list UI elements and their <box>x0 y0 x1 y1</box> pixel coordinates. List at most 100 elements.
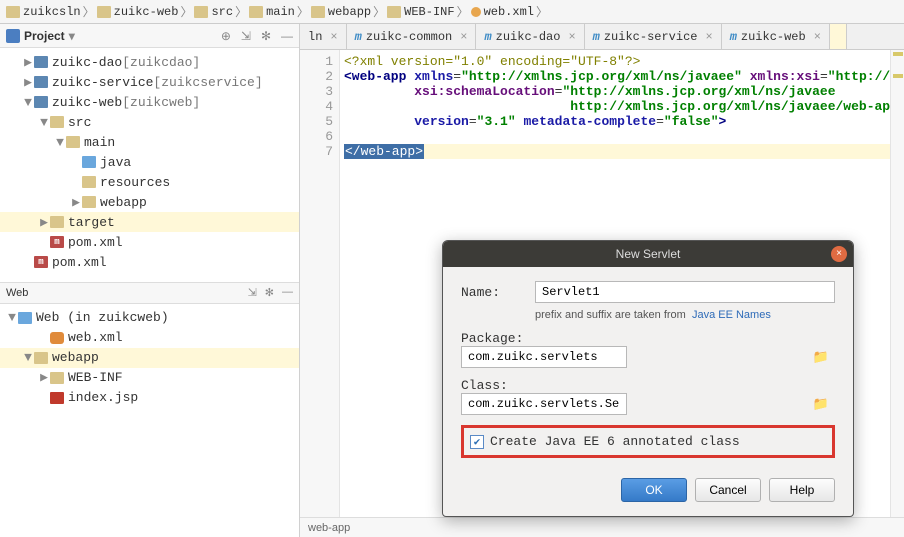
tree-item[interactable]: ▶WEB-INF <box>0 368 299 388</box>
tree-item[interactable]: ▼src <box>0 112 299 132</box>
collapse-icon[interactable]: ⇲ <box>248 286 257 299</box>
maven-icon: m <box>50 236 64 248</box>
project-title: Project <box>24 29 65 43</box>
web-panel-header: Web ⇲ ✻ — <box>0 282 299 304</box>
package-input[interactable] <box>461 346 627 368</box>
tree-item[interactable]: resources <box>0 172 299 192</box>
collapse-icon[interactable]: ⇲ <box>241 29 251 43</box>
tree-item[interactable]: mpom.xml <box>0 252 299 272</box>
class-label: Class: <box>461 378 508 393</box>
close-icon[interactable]: × <box>814 30 821 44</box>
ok-button[interactable]: OK <box>621 478 687 502</box>
folder-icon <box>50 372 64 384</box>
tab-overflow[interactable] <box>830 24 847 49</box>
status-bar: web-app <box>300 517 904 537</box>
maven-icon: m <box>484 30 491 44</box>
bc-item[interactable]: main <box>249 5 295 19</box>
twisty-icon[interactable]: ▶ <box>22 55 34 70</box>
folder-icon <box>34 352 48 364</box>
checkbox-label: Create Java EE 6 annotated class <box>490 434 740 449</box>
help-button[interactable]: Help <box>769 478 835 502</box>
bc-item[interactable]: src <box>194 5 233 19</box>
bc-file[interactable]: web.xml <box>471 5 534 19</box>
tree-item[interactable]: ▶zuikc-dao [zuikcdao] <box>0 52 299 72</box>
tree-item[interactable]: ▶target <box>0 212 299 232</box>
tab[interactable]: mzuikc-common× <box>347 24 477 49</box>
web-title: Web <box>6 287 28 299</box>
close-icon[interactable]: × <box>831 246 847 262</box>
bc-item[interactable]: WEB-INF <box>387 5 454 19</box>
project-panel-header: Project ▾ ⊕ ⇲ ✻ — <box>0 24 299 48</box>
editor-tabs: ln× mzuikc-common× mzuikc-dao× mzuikc-se… <box>300 24 904 50</box>
tab[interactable]: ln× <box>300 24 347 49</box>
tree-item[interactable]: web.xml <box>0 328 299 348</box>
folder-icon <box>50 392 64 404</box>
tree-item[interactable]: ▶zuikc-service [zuikcservice] <box>0 72 299 92</box>
twisty-icon[interactable]: ▼ <box>22 95 34 110</box>
close-icon[interactable]: × <box>705 30 712 44</box>
project-tree[interactable]: ▶zuikc-dao [zuikcdao]▶zuikc-service [zui… <box>0 48 299 282</box>
twisty-icon[interactable]: ▶ <box>22 75 34 90</box>
close-icon[interactable]: × <box>460 30 467 44</box>
javaee-names-link[interactable]: Java EE Names <box>692 309 771 321</box>
name-input[interactable] <box>535 281 835 303</box>
browse-icon[interactable]: 📁 <box>813 397 829 412</box>
twisty-icon[interactable]: ▼ <box>54 135 66 150</box>
bc-item[interactable]: zuikc-web <box>97 5 179 19</box>
gutter: 1234567 <box>300 50 340 517</box>
folder-icon <box>82 176 96 188</box>
annotated-class-option[interactable]: ✔ Create Java EE 6 annotated class <box>461 425 835 458</box>
dialog-title: New Servlet <box>616 247 681 261</box>
twisty-icon[interactable]: ▼ <box>38 115 50 130</box>
maven-icon: m <box>730 30 737 44</box>
folder-icon <box>50 116 64 128</box>
tab[interactable]: mzuikc-service× <box>585 24 722 49</box>
folder-icon <box>34 56 48 68</box>
tree-item[interactable]: java <box>0 152 299 172</box>
hide-icon[interactable]: — <box>282 286 293 299</box>
tree-item[interactable]: ▶webapp <box>0 192 299 212</box>
folder-icon <box>34 96 48 108</box>
gear-icon[interactable]: ✻ <box>261 29 271 43</box>
browse-icon[interactable]: 📁 <box>813 350 829 365</box>
tree-item[interactable]: index.jsp <box>0 388 299 408</box>
twisty-icon[interactable]: ▶ <box>38 215 50 230</box>
close-icon[interactable]: × <box>568 30 575 44</box>
project-icon <box>6 29 20 43</box>
checkbox-icon[interactable]: ✔ <box>470 435 484 449</box>
tree-item[interactable]: mpom.xml <box>0 232 299 252</box>
locate-icon[interactable]: ⊕ <box>221 29 231 43</box>
folder-icon <box>50 332 64 344</box>
bc-root[interactable]: zuikcsln <box>6 5 81 19</box>
web-tree[interactable]: ▼Web (in zuikcweb) web.xml▼webapp▶WEB-IN… <box>0 304 299 537</box>
maven-icon: m <box>34 256 48 268</box>
dialog-title-bar[interactable]: New Servlet × <box>443 241 853 267</box>
folder-icon <box>66 136 80 148</box>
maven-icon: m <box>593 30 600 44</box>
sidebar: Project ▾ ⊕ ⇲ ✻ — ▶zuikc-dao [zuikcdao]▶… <box>0 24 300 537</box>
cancel-button[interactable]: Cancel <box>695 478 761 502</box>
tab[interactable]: mzuikc-dao× <box>476 24 584 49</box>
twisty-icon[interactable]: ▼ <box>22 350 34 365</box>
close-icon[interactable]: × <box>330 30 337 44</box>
folder-icon <box>34 76 48 88</box>
class-input[interactable] <box>461 393 627 415</box>
breadcrumb: zuikcsln〉 zuikc-web〉 src〉 main〉 webapp〉 … <box>0 0 904 24</box>
twisty-icon[interactable]: ▶ <box>38 370 50 385</box>
twisty-icon[interactable]: ▶ <box>70 195 82 210</box>
name-label: Name: <box>461 285 525 300</box>
tree-item[interactable]: ▼main <box>0 132 299 152</box>
marker-bar[interactable] <box>890 50 904 517</box>
hide-icon[interactable]: — <box>281 29 293 43</box>
maven-icon: m <box>355 30 362 44</box>
tab[interactable]: mzuikc-web× <box>722 24 830 49</box>
bc-item[interactable]: webapp <box>311 5 371 19</box>
package-label: Package: <box>461 331 523 346</box>
gear-icon[interactable]: ✻ <box>265 286 274 299</box>
tree-item[interactable]: ▼zuikc-web [zuikcweb] <box>0 92 299 112</box>
hint-text: prefix and suffix are taken from Java EE… <box>535 309 835 321</box>
folder-icon <box>50 216 64 228</box>
new-servlet-dialog: New Servlet × Name: prefix and suffix ar… <box>442 240 854 517</box>
folder-icon <box>82 156 96 168</box>
tree-item[interactable]: ▼webapp <box>0 348 299 368</box>
